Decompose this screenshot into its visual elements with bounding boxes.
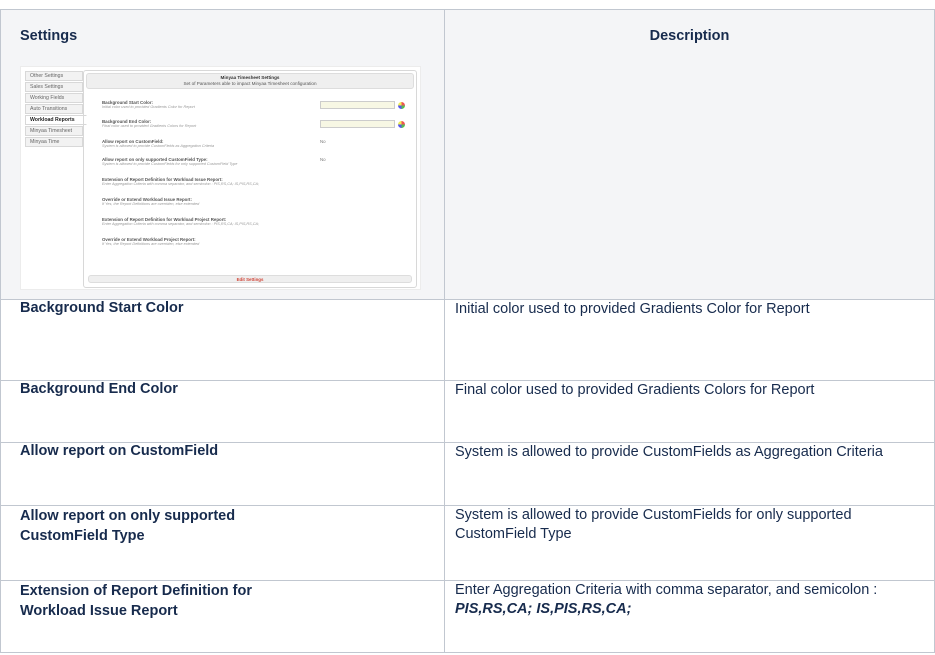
thumb-tab-active: Workload Reports [25, 115, 87, 125]
thumb-row: Override or Extend Workload Issue Report… [102, 197, 412, 207]
thumb-row: Extension of Report Definition for Workl… [102, 217, 412, 227]
thumb-tab: Minyaa Time [25, 137, 83, 147]
thumb-tab: Working Fields [25, 93, 83, 103]
thumb-row-value: No [320, 139, 326, 144]
thumb-row: Allow report on only supported CustomFie… [102, 157, 412, 167]
thumb-row-desc: System is allowed to provide CustomField… [102, 162, 238, 166]
setting-name-line: Extension of Report Definition for [20, 583, 252, 599]
setting-name-line: Workload Issue Report [20, 603, 178, 619]
thumb-row: Override or Extend Workload Project Repo… [102, 237, 412, 247]
setting-name-line: CustomField Type [20, 528, 145, 544]
thumb-row-value: No [320, 157, 326, 162]
thumb-color-input [320, 120, 395, 128]
settings-header: Settings [20, 28, 78, 44]
settings-table: Settings Other Settings Sales Settings W… [0, 9, 935, 653]
settings-screenshot-thumbnail: Other Settings Sales Settings Working Fi… [20, 66, 421, 290]
color-picker-icon [398, 102, 405, 109]
thumb-tab: Minyaa Timesheet [25, 126, 83, 136]
color-picker-icon [398, 121, 405, 128]
setting-name: Background End Color [0, 380, 445, 443]
thumb-row: Background Start Color: Initial color us… [102, 100, 412, 110]
setting-name: Background Start Color [0, 299, 445, 381]
thumb-tab: Auto Transitions [25, 104, 83, 114]
thumbnail-panel-header: Minyaa Timesheet Settings Set of Paramet… [86, 73, 414, 89]
table-row: Background End Color Final color used to… [0, 380, 935, 443]
setting-description: System is allowed to provide CustomField… [444, 442, 935, 506]
thumb-row-desc: Enter Aggregation Criteria with comma se… [102, 222, 260, 226]
table-row: Allow report on only supported CustomFie… [0, 505, 935, 581]
thumb-color-input [320, 101, 395, 109]
setting-name-line: Allow report on only supported [20, 508, 236, 524]
table-header-row: Settings Other Settings Sales Settings W… [0, 9, 935, 300]
setting-name: Allow report on CustomField [0, 442, 445, 506]
setting-description: Enter Aggregation Criteria with comma se… [444, 580, 935, 653]
table-row: Extension of Report Definition for Workl… [0, 580, 935, 653]
setting-description: System is allowed to provide CustomField… [444, 505, 935, 581]
setting-name: Extension of Report Definition for Workl… [0, 580, 445, 653]
thumb-row-desc: Enter Aggregation Criteria with comma se… [102, 182, 260, 186]
thumb-row-desc: System is allowed to provide CustomField… [102, 144, 215, 148]
edit-settings-button: Edit Settings [88, 275, 412, 283]
setting-description: Final color used to provided Gradients C… [444, 380, 935, 443]
thumb-row-desc: If Yes, the Report Definitions are overr… [102, 242, 200, 246]
criteria-example: PIS,RS,CA; IS,PIS,RS,CA; [455, 601, 632, 617]
thumbnail-tabs: Other Settings Sales Settings Working Fi… [25, 71, 87, 148]
thumb-row: Extension of Report Definition for Workl… [102, 177, 412, 187]
thumb-row-desc: If Yes, the Report Definitions are overr… [102, 202, 200, 206]
description-header: Description [444, 9, 935, 300]
table-row: Background Start Color Initial color use… [0, 299, 935, 381]
thumb-row: Allow report on CustomField: System is a… [102, 139, 412, 149]
table-row: Allow report on CustomField System is al… [0, 442, 935, 506]
thumb-panel-subtitle: Set of Parameters able to impact Minyaa … [183, 81, 317, 86]
thumb-row: Background End Color: Final color used t… [102, 119, 412, 129]
thumb-tab: Other Settings [25, 71, 83, 81]
setting-description: Initial color used to provided Gradients… [444, 299, 935, 381]
setting-name: Allow report on only supported CustomFie… [0, 505, 445, 581]
description-text: Enter Aggregation Criteria with comma se… [455, 582, 878, 598]
settings-header-cell: Settings Other Settings Sales Settings W… [0, 9, 445, 300]
thumb-tab: Sales Settings [25, 82, 83, 92]
thumbnail-panel: Minyaa Timesheet Settings Set of Paramet… [83, 70, 417, 288]
